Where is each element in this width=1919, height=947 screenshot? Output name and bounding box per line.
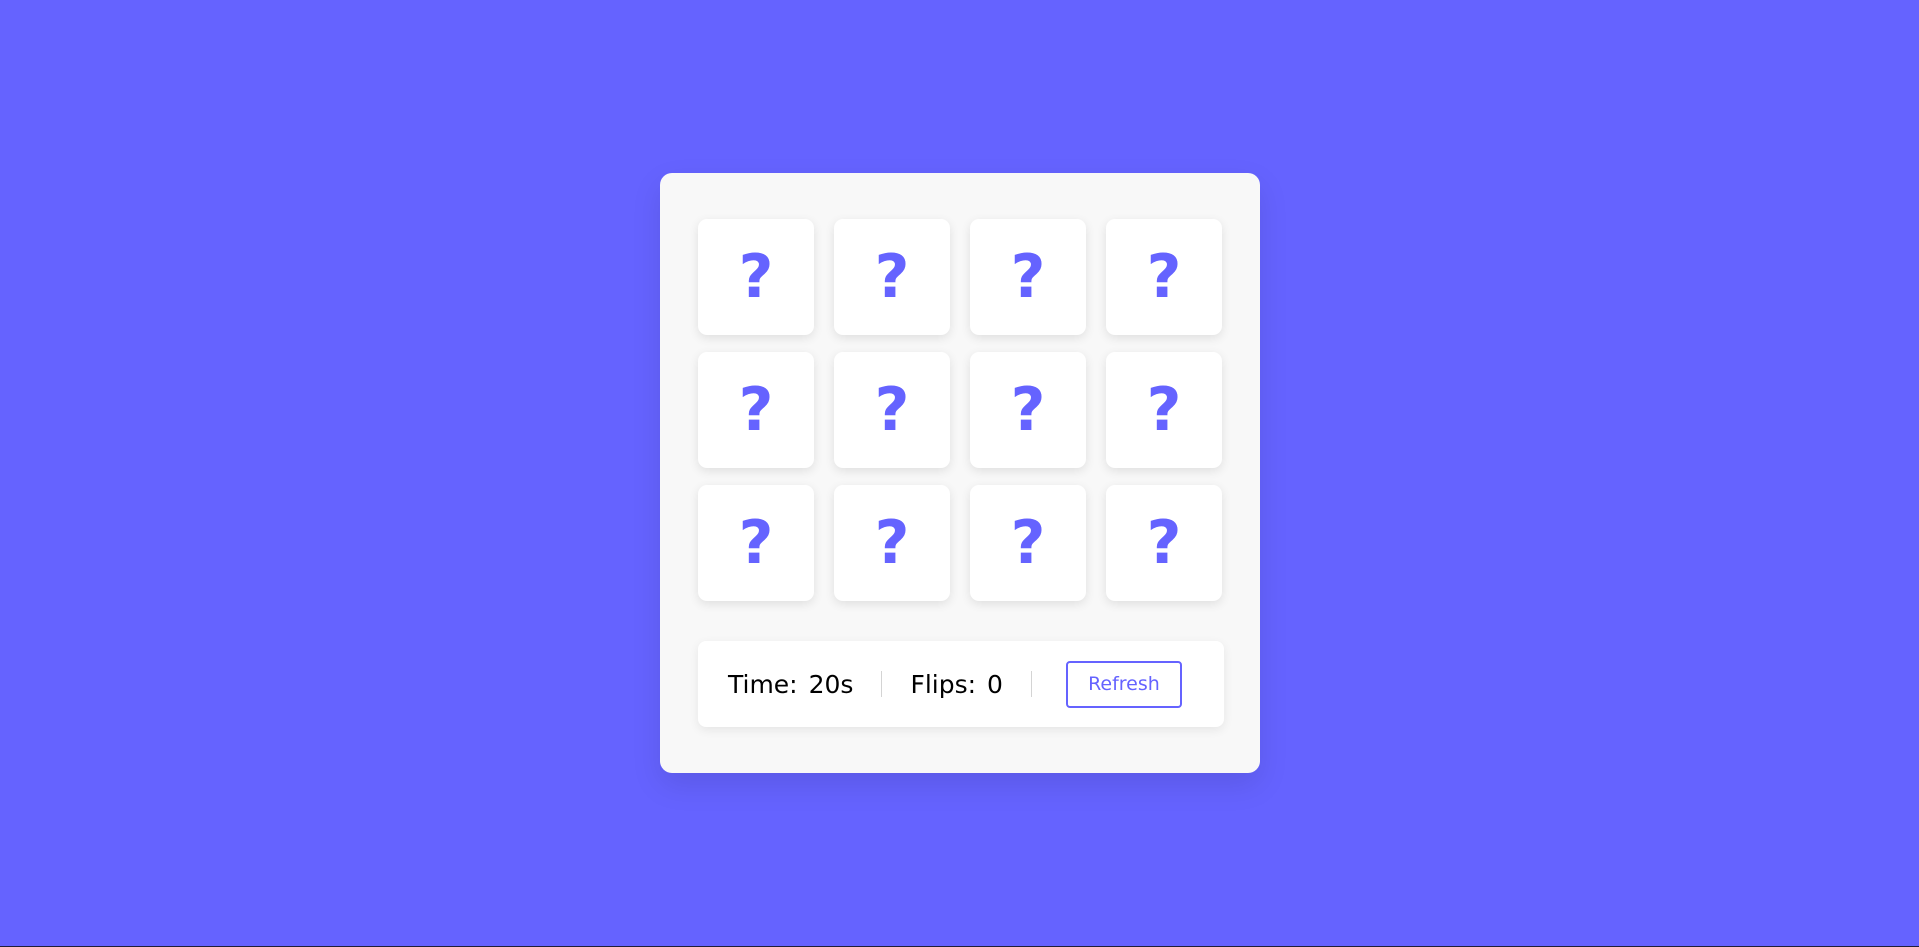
game-panel: ? ? ? ? ? ? ? ? ? ? ? ? Time: 20s Flips:… <box>660 173 1260 773</box>
refresh-button[interactable]: Refresh <box>1065 660 1182 708</box>
card[interactable]: ? <box>1106 485 1222 601</box>
question-mark-icon: ? <box>738 242 774 312</box>
question-mark-icon: ? <box>738 508 774 578</box>
card[interactable]: ? <box>1106 219 1222 335</box>
timer: Time: 20s <box>728 669 853 699</box>
question-mark-icon: ? <box>1010 375 1046 445</box>
question-mark-icon: ? <box>1146 375 1182 445</box>
time-value: 20s <box>808 669 854 699</box>
divider <box>881 671 883 697</box>
card[interactable]: ? <box>698 352 814 468</box>
card[interactable]: ? <box>698 219 814 335</box>
game-details-bar: Time: 20s Flips: 0 Refresh <box>698 641 1224 727</box>
card[interactable]: ? <box>834 219 950 335</box>
question-mark-icon: ? <box>738 375 774 445</box>
question-mark-icon: ? <box>874 242 910 312</box>
flips-label: Flips: <box>910 669 977 699</box>
flips-value: 0 <box>987 669 1003 699</box>
card[interactable]: ? <box>834 485 950 601</box>
card[interactable]: ? <box>970 485 1086 601</box>
question-mark-icon: ? <box>1010 508 1046 578</box>
question-mark-icon: ? <box>874 508 910 578</box>
question-mark-icon: ? <box>1146 242 1182 312</box>
flips-counter: Flips: 0 <box>910 669 1003 699</box>
question-mark-icon: ? <box>874 375 910 445</box>
divider <box>1030 671 1032 697</box>
card-grid: ? ? ? ? ? ? ? ? ? ? ? ? <box>698 219 1224 601</box>
time-label: Time: <box>728 669 798 699</box>
card[interactable]: ? <box>970 219 1086 335</box>
card[interactable]: ? <box>834 352 950 468</box>
card[interactable]: ? <box>698 485 814 601</box>
card[interactable]: ? <box>970 352 1086 468</box>
question-mark-icon: ? <box>1010 242 1046 312</box>
card[interactable]: ? <box>1106 352 1222 468</box>
question-mark-icon: ? <box>1146 508 1182 578</box>
